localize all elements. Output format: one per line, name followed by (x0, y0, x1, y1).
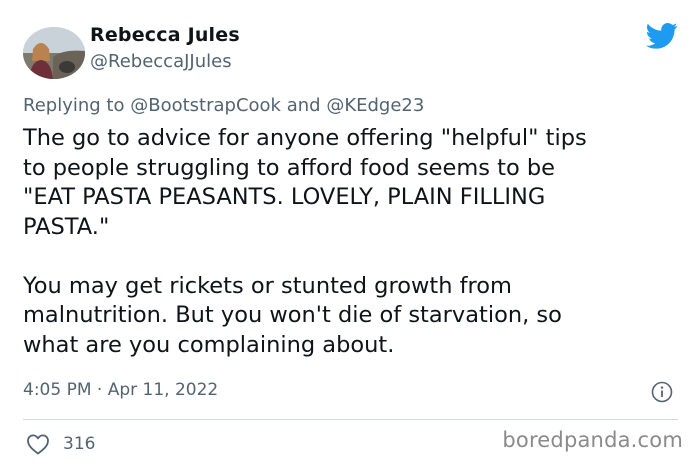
replying-to-joiner: and (286, 95, 321, 116)
like-action[interactable]: 316 (26, 432, 95, 456)
author-display-name[interactable]: Rebecca Jules (90, 24, 240, 46)
heart-icon[interactable] (26, 433, 50, 455)
twitter-bird-icon[interactable] (646, 22, 678, 50)
watermark: boredpanda.com (502, 428, 683, 452)
mention-link-bootstrapcook[interactable]: @BootstrapCook (130, 95, 281, 116)
replying-to-line: Replying to @BootstrapCook and @KEdge23 (23, 95, 424, 116)
info-icon[interactable] (651, 381, 673, 403)
replying-to-prefix: Replying to (23, 95, 125, 116)
avatar[interactable] (23, 27, 85, 79)
divider (23, 419, 678, 420)
avatar-photo (23, 27, 85, 79)
tweet-text: The go to advice for anyone offering "he… (23, 125, 587, 358)
tweet-timestamp[interactable]: 4:05 PM · Apr 11, 2022 (23, 380, 218, 400)
mention-link-kedge23[interactable]: @KEdge23 (326, 95, 424, 116)
author-handle[interactable]: @RebeccaJJules (90, 51, 232, 72)
like-count: 316 (63, 434, 96, 454)
